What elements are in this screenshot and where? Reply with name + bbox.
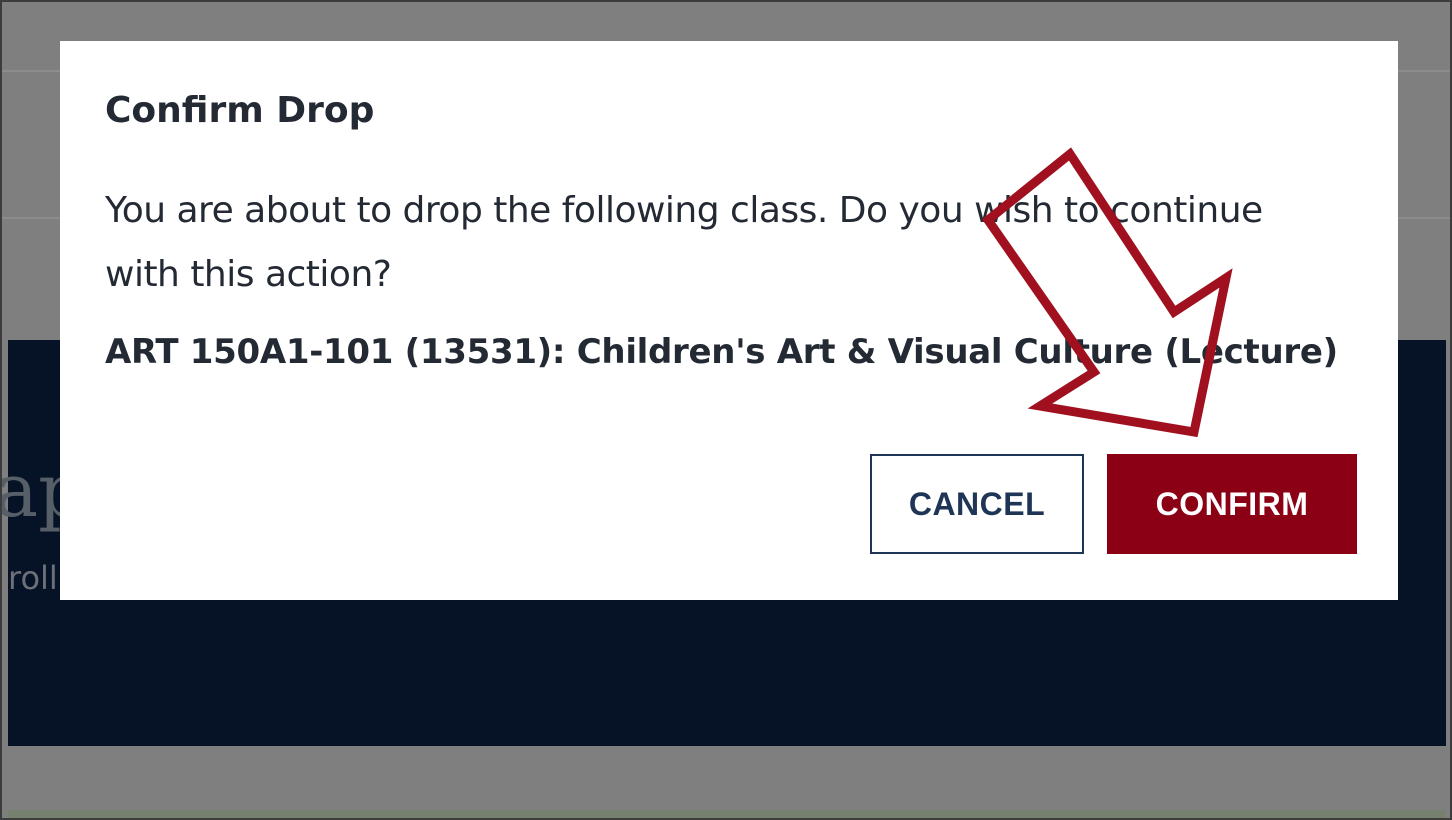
background-footer-strip [8, 810, 1446, 818]
confirm-drop-dialog: Confirm Drop You are about to drop the f… [60, 41, 1398, 600]
dialog-message: You are about to drop the following clas… [105, 190, 1263, 295]
screenshot-frame: ap roll Confirm Drop You are about to dr… [0, 0, 1452, 820]
background-hero-subtitle: roll [8, 559, 58, 597]
dialog-title: Confirm Drop [105, 90, 375, 131]
confirm-button[interactable]: CONFIRM [1107, 454, 1357, 554]
class-to-drop: ART 150A1-101 (13531): Children's Art & … [105, 332, 1338, 372]
cancel-button[interactable]: CANCEL [870, 454, 1084, 554]
